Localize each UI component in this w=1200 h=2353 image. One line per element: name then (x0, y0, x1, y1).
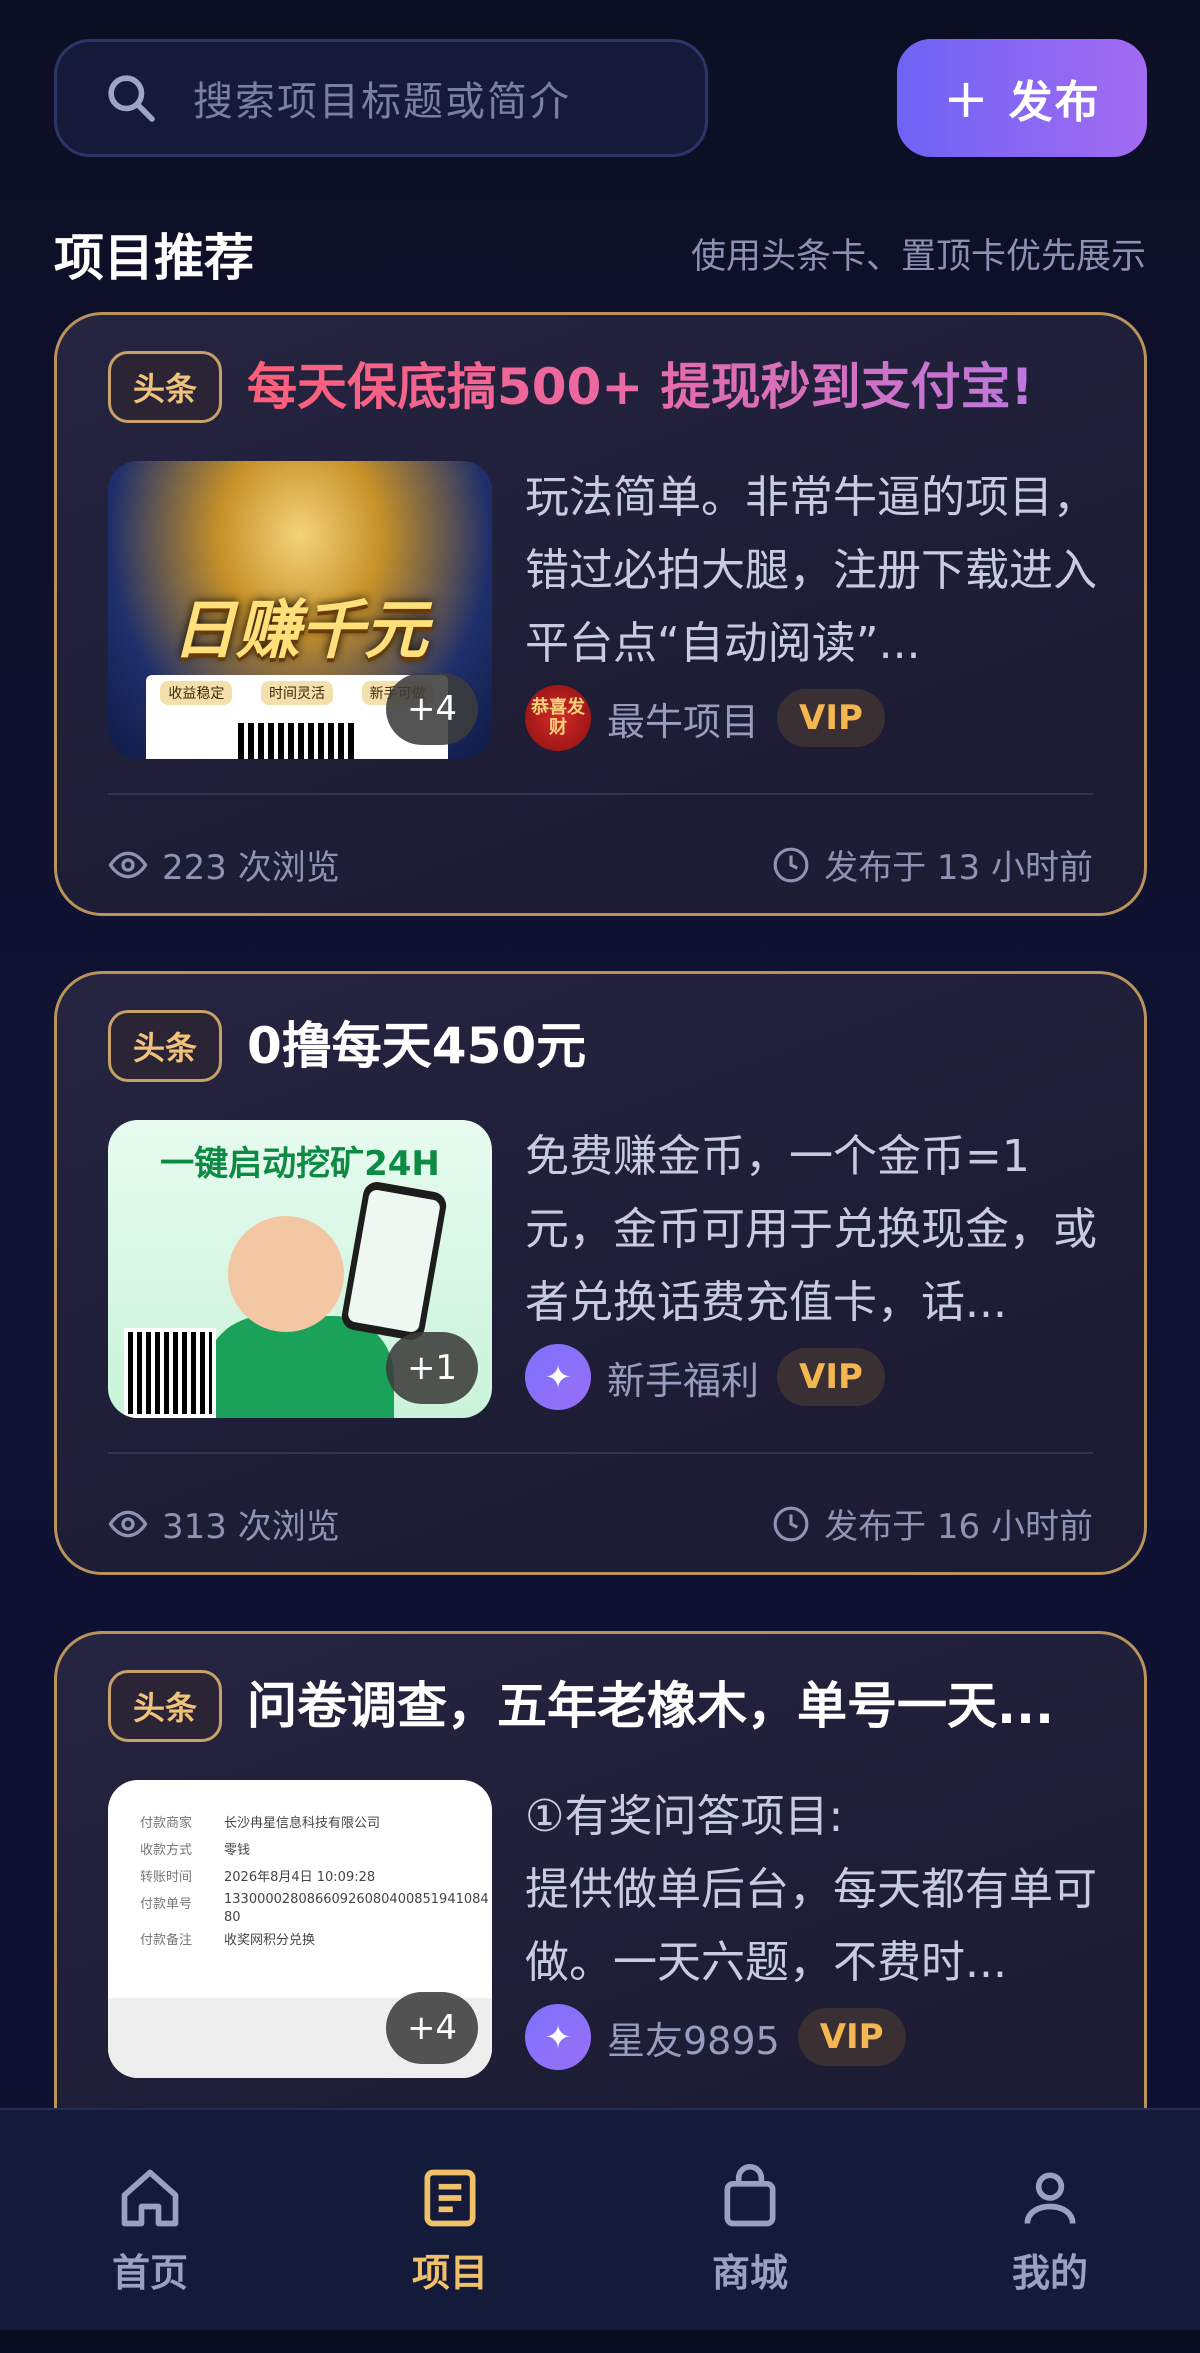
search-input[interactable]: 搜索项目标题或简介 (54, 39, 708, 157)
publish-label: 发布 (1008, 77, 1101, 128)
project-card[interactable]: 头条 每天保底搞500+ 提现秒到支付宝! 日赚千元 收益稳定 时间灵活 新手可… (54, 312, 1147, 916)
card-description: 玩法简单。非常牛逼的项目，错过必拍大腿，注册下载进入平台点“自动阅读”... (525, 472, 1097, 669)
divider (108, 1452, 1093, 1454)
view-count-text: 223 次浏览 (162, 848, 340, 888)
thumbnail-chip: 收益稳定 (160, 681, 233, 705)
publish-button[interactable]: + 发布 (897, 39, 1147, 157)
qr-code (238, 723, 358, 759)
clock-icon (773, 847, 809, 882)
view-count-text: 313 次浏览 (162, 1507, 340, 1547)
publish-time: 发布于 16 小时前 (772, 1499, 1093, 1548)
card-thumbnail[interactable]: 一键启动挖矿24H +1 (108, 1120, 492, 1418)
nav-label: 我的 (1011, 2251, 1088, 2295)
publish-time-text: 发布于 16 小时前 (824, 1507, 1093, 1547)
vip-badge: VIP (797, 2008, 906, 2066)
thumbnail-text: 日赚千元 (172, 594, 428, 668)
author-info[interactable]: 恭喜发财 最牛项目 VIP (525, 683, 885, 753)
thumbnail-text: 一键启动挖矿24H (160, 1144, 440, 1184)
divider (108, 793, 1093, 795)
more-images-badge[interactable]: +4 (386, 673, 478, 745)
avatar: 恭喜发财 (525, 685, 591, 751)
system-bar (0, 2330, 1200, 2353)
search-icon (108, 75, 155, 122)
vip-badge: VIP (777, 689, 885, 747)
nav-mine[interactable]: 我的 (900, 2110, 1200, 2353)
search-placeholder: 搜索项目标题或简介 (193, 79, 571, 125)
headline-tag: 头条 (108, 1670, 222, 1742)
card-title[interactable]: 问卷调查，五年老橡木，单号一天... (247, 1670, 1107, 1742)
eye-icon (108, 1510, 148, 1537)
nav-label: 项目 (411, 2251, 488, 2295)
qr-code (124, 1328, 216, 1418)
shopping-bag-icon (724, 2164, 776, 2227)
card-title[interactable]: 0撸每天450元 (247, 1010, 1107, 1082)
publish-time: 发布于 13 小时前 (772, 840, 1093, 889)
clock-icon (773, 1506, 809, 1541)
vip-badge: VIP (777, 1348, 885, 1406)
headline-tag: 头条 (108, 1010, 222, 1082)
card-title[interactable]: 每天保底搞500+ 提现秒到支付宝! (247, 351, 1107, 423)
nav-projects[interactable]: 项目 (300, 2110, 600, 2353)
more-images-badge[interactable]: +1 (386, 1332, 478, 1404)
author-name: 最牛项目 (607, 699, 760, 744)
headline-tag: 头条 (108, 351, 222, 423)
section-title: 项目推荐 (54, 229, 254, 287)
view-count: 313 次浏览 (108, 1499, 340, 1548)
nav-home[interactable]: 首页 (0, 2110, 300, 2353)
more-images-badge[interactable]: +4 (386, 1992, 478, 2064)
thumbnail-chip: 时间灵活 (260, 681, 333, 705)
sparkle-avatar-icon: ✦ (525, 1344, 591, 1410)
publish-time-text: 发布于 13 小时前 (824, 848, 1093, 888)
document-icon (424, 2169, 476, 2227)
eye-icon (108, 851, 148, 878)
sparkle-avatar-icon: ✦ (525, 2004, 591, 2070)
author-info[interactable]: ✦ 新手福利 VIP (525, 1342, 885, 1412)
view-count: 223 次浏览 (108, 840, 340, 889)
card-thumbnail[interactable]: 付款商家 长沙冉星信息科技有限公司 收款方式 零钱 转账时间 2026年8月4日 10… (108, 1780, 492, 2078)
nav-label: 商城 (711, 2251, 788, 2295)
home-icon (121, 2169, 179, 2227)
user-icon (1024, 2172, 1076, 2224)
card-description: 免费赚金币，一个金币=1元，金币可用于兑换现金，或者兑换话费充值卡，话... (525, 1131, 1097, 1328)
project-card[interactable]: 头条 0撸每天450元 一键启动挖矿24H +1 免费赚金币，一个金币=1元，金… (54, 971, 1147, 1575)
section-hint: 使用头条卡、置顶卡优先展示 (690, 237, 1146, 277)
nav-mall[interactable]: 商城 (600, 2110, 900, 2353)
card-thumbnail[interactable]: 日赚千元 收益稳定 时间灵活 新手可做 +4 (108, 461, 492, 759)
bottom-nav: 首页 项目 商城 我的 (0, 2108, 1200, 2353)
author-name: 新手福利 (607, 1358, 760, 1403)
author-info[interactable]: ✦ 星友9895 VIP (525, 2002, 906, 2072)
plus-icon: + (943, 66, 991, 130)
card-description: ①有奖问答项目: 提供做单后台，每天都有单可做。一天六题，不费时... (525, 1791, 1097, 1988)
nav-label: 首页 (111, 2251, 188, 2295)
author-name: 星友9895 (607, 2018, 780, 2063)
